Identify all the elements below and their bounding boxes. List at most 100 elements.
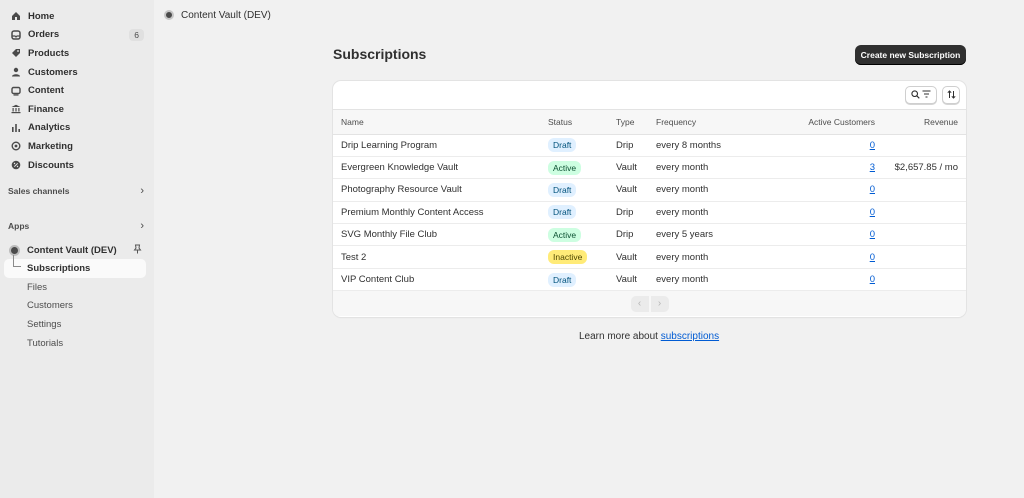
nav-finance[interactable]: Finance [0,100,154,119]
row-type: Drip [616,201,656,225]
row-name[interactable]: Test 2 [333,245,548,269]
row-active-customers-cell: 0 [761,134,879,157]
nav-label: Products [28,47,70,59]
row-status-cell: Draft [548,178,616,202]
row-type: Drip [616,134,656,157]
app-sub-customers[interactable]: Customers [0,297,154,316]
search-filter-button[interactable] [905,86,937,104]
nav-label: Marketing [28,140,73,152]
status-badge: Draft [548,182,577,197]
app-sub-files[interactable]: Files [0,278,154,297]
sub-item-label: Subscriptions [27,263,91,275]
active-customers-link[interactable]: 0 [870,207,875,218]
header-frequency[interactable]: Frequency [656,110,761,135]
active-customers-link[interactable]: 3 [870,162,875,173]
row-revenue: $2,657.85 / mo [879,156,966,180]
apps-row[interactable]: Apps › [0,217,154,235]
row-active-customers-cell: 3 [761,156,879,180]
discount-icon [10,160,21,171]
table-row[interactable]: VIP Content Club Draft Vault every month 0 [333,268,966,292]
row-type: Vault [616,245,656,269]
header-revenue[interactable]: Revenue [879,110,966,135]
nav-products[interactable]: Products [0,44,154,63]
content-icon [10,85,21,96]
active-customers-link[interactable]: 0 [870,274,875,285]
table-row[interactable]: Evergreen Knowledge Vault Active Vault ever… [333,156,966,180]
nav-customers[interactable]: Customers [0,63,154,82]
sort-icon [946,89,956,101]
row-status-cell: Active [548,156,616,180]
nav-orders[interactable]: Orders 6 [0,26,154,45]
nav-home[interactable]: Home [0,7,154,26]
active-customers-link[interactable]: 0 [870,252,875,263]
row-name[interactable]: Premium Monthly Content Access [333,201,548,225]
row-type: Vault [616,156,656,180]
row-name[interactable]: Photography Resource Vault [333,178,548,202]
row-name[interactable]: VIP Content Club [333,268,548,292]
row-active-customers-cell: 0 [761,223,879,247]
subscriptions-table: Name Status Type Frequency Active Custom… [333,110,966,292]
nav-label: Discounts [28,159,74,171]
pagination: ‹ › [333,291,966,317]
chevron-right-icon: › [140,185,144,198]
row-type: Vault [616,178,656,202]
nav-discounts[interactable]: Discounts [0,156,154,175]
app-sub-tutorials[interactable]: Tutorials [0,334,154,353]
row-revenue [879,245,966,269]
sort-button[interactable] [942,86,960,104]
row-frequency: every 5 years [656,223,761,247]
table-row[interactable]: SVG Monthly File Club Active Drip every 5 y… [333,223,966,247]
row-revenue [879,201,966,225]
row-active-customers-cell: 0 [761,268,879,292]
row-revenue [879,268,966,292]
status-badge: Active [548,160,582,175]
app-sub-subscriptions[interactable]: Subscriptions [4,255,146,278]
chevron-right-icon: › [140,220,144,233]
header-name[interactable]: Name [333,110,548,135]
row-frequency: every 8 months [656,134,761,157]
table-row[interactable]: Drip Learning Program Draft Drip every 8 mo… [333,134,966,157]
table-row[interactable]: Test 2 Inactive Vault every month 0 [333,245,966,269]
app-name: Content Vault (DEV) [27,244,117,256]
apps-label: Apps [8,221,30,232]
row-status-cell: Draft [548,268,616,292]
status-badge: Draft [548,205,577,220]
status-badge: Active [548,227,582,242]
sales-channels-row[interactable]: Sales channels › [0,182,154,200]
table-row[interactable]: Premium Monthly Content Access Draft Drip e… [333,201,966,225]
row-name[interactable]: Drip Learning Program [333,134,548,157]
header-status[interactable]: Status [548,110,616,135]
tag-icon [10,48,21,59]
create-subscription-button[interactable]: Create new Subscription [855,45,966,65]
nav-analytics[interactable]: Analytics [0,119,154,138]
app-title: Content Vault (DEV) [181,9,271,21]
active-customers-link[interactable]: 0 [870,229,875,240]
header-type[interactable]: Type [616,110,656,135]
row-revenue [879,178,966,202]
row-active-customers-cell: 0 [761,201,879,225]
table-row[interactable]: Photography Resource Vault Draft Vault ever… [333,178,966,202]
search-icon [911,89,920,101]
row-name[interactable]: SVG Monthly File Club [333,223,548,247]
app-sub-settings[interactable]: Settings [0,315,154,334]
nav-label: Customers [28,66,78,78]
row-name[interactable]: Evergreen Knowledge Vault [333,156,548,180]
active-customers-link[interactable]: 0 [870,184,875,195]
chevron-right-icon: › [657,298,662,310]
status-badge: Draft [548,138,577,153]
orders-icon [10,29,21,40]
person-icon [10,67,21,78]
app-content-vault[interactable]: Content Vault (DEV) [0,241,154,259]
row-frequency: every month [656,156,761,180]
header-active-customers[interactable]: Active Customers [761,110,879,135]
previous-page-button[interactable]: ‹ [630,295,649,312]
page-title: Subscriptions [333,46,427,62]
active-customers-link[interactable]: 0 [870,140,875,151]
table-toolbar [333,81,966,110]
subscriptions-help-link[interactable]: subscriptions [661,331,719,342]
nav-marketing[interactable]: Marketing [0,137,154,156]
pin-icon[interactable] [133,244,142,256]
nav-content[interactable]: Content [0,81,154,100]
next-page-button[interactable]: › [650,295,669,312]
nav-label: Analytics [28,122,71,134]
